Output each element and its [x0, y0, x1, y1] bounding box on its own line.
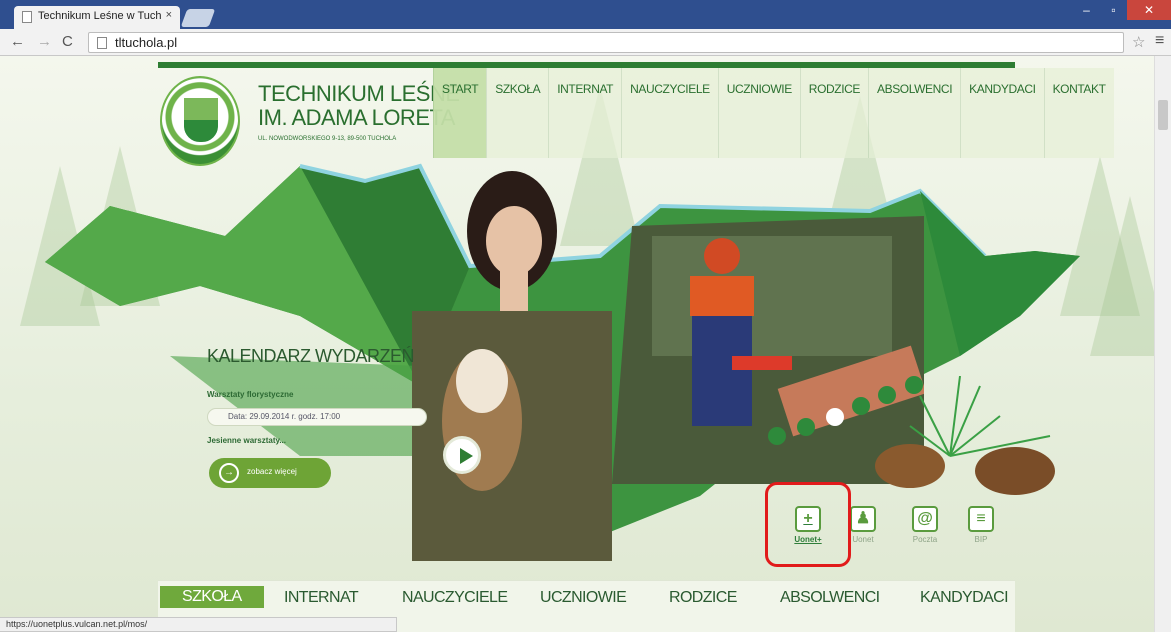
maximize-icon[interactable]: ▫	[1100, 0, 1127, 20]
school-name-line2: IM. ADAMA LORETA	[258, 105, 455, 130]
tab-title: Technikum Leśne w Tuch	[38, 10, 162, 22]
event-description[interactable]: Jesienne warsztaty...	[207, 436, 286, 445]
event-title[interactable]: Warsztaty florystyczne	[207, 390, 407, 399]
highlight-annotation	[765, 482, 851, 567]
close-icon[interactable]: ✕	[1127, 0, 1171, 20]
nav-kandydaci[interactable]: KANDYDACI	[960, 68, 1043, 158]
quick-link-bip[interactable]: ≡ BIP	[955, 501, 1007, 561]
address-bar[interactable]: tltuchola.pl	[88, 32, 1124, 53]
play-button[interactable]	[443, 436, 481, 474]
slider-dot-active[interactable]	[826, 408, 844, 426]
slider-dot[interactable]	[797, 418, 815, 436]
nav-rodzice[interactable]: RODZICE	[799, 68, 868, 158]
quick-link-poczta[interactable]: @ Poczta	[899, 501, 951, 561]
pine-cones-image	[875, 376, 1055, 495]
event-date: Data: 29.09.2014 r. godz. 17:00	[207, 408, 427, 426]
slider-dot[interactable]	[768, 427, 786, 445]
nav-szkola[interactable]: SZKOŁA	[486, 68, 548, 158]
section-absolwenci[interactable]: ABSOLWENCI	[780, 589, 880, 607]
page-icon	[22, 11, 32, 23]
school-logo[interactable]	[160, 76, 240, 166]
events-calendar: KALENDARZ WYDARZEŃ Warsztaty florystyczn…	[207, 346, 427, 488]
arrow-right-icon: →	[219, 463, 239, 483]
nav-absolwenci[interactable]: ABSOLWENCI	[868, 68, 960, 158]
section-szkola[interactable]: SZKOŁA	[160, 586, 264, 608]
new-tab-button[interactable]	[180, 9, 216, 27]
section-uczniowie[interactable]: UCZNIOWIE	[540, 589, 627, 607]
bip-icon: ≡	[968, 506, 994, 532]
quick-link-label: Poczta	[912, 535, 938, 544]
window-controls: – ▫ ✕	[1073, 0, 1171, 20]
quick-link-label: Uonet	[852, 535, 874, 544]
page-icon	[97, 37, 107, 49]
calendar-title: KALENDARZ WYDARZEŃ	[207, 346, 415, 366]
school-name-line1: TECHNIKUM LEŚNE	[258, 81, 460, 106]
scrollbar-thumb[interactable]	[1158, 100, 1168, 130]
at-icon: @	[912, 506, 938, 532]
browser-tab[interactable]: Technikum Leśne w Tuch ×	[14, 6, 180, 29]
main-nav: START SZKOŁA INTERNAT NAUCZYCIELE UCZNIO…	[433, 68, 1114, 158]
school-address: UL. NOWODWORSKIEGO 9-13, 89-500 TUCHOLA	[258, 136, 397, 142]
browser-toolbar: ← → C tltuchola.pl ☆ ≡	[0, 29, 1171, 56]
forward-icon[interactable]: →	[37, 33, 52, 50]
status-url: https://uonetplus.vulcan.net.pl/mos/	[0, 617, 397, 632]
person-icon: ♟	[850, 506, 876, 532]
browser-tab-bar: Technikum Leśne w Tuch × – ▫ ✕	[0, 0, 1171, 29]
nav-start[interactable]: START	[433, 68, 487, 158]
nav-kontakt[interactable]: KONTAKT	[1043, 68, 1114, 158]
minimize-icon[interactable]: –	[1073, 0, 1100, 20]
back-icon[interactable]: ←	[10, 33, 25, 50]
tab-close-button[interactable]: ×	[166, 9, 172, 21]
section-kandydaci[interactable]: KANDYDACI	[920, 589, 1009, 607]
bookmark-star-icon[interactable]: ☆	[1132, 33, 1145, 51]
nav-nauczyciele[interactable]: NAUCZYCIELE	[621, 68, 718, 158]
quick-link-label: BIP	[974, 535, 988, 544]
see-more-label: zobacz więcej	[247, 467, 297, 476]
web-page: TECHNIKUM LEŚNE IM. ADAMA LORETA UL. NOW…	[0, 56, 1171, 632]
school-name[interactable]: TECHNIKUM LEŚNE IM. ADAMA LORETA	[258, 82, 460, 130]
reload-icon[interactable]: C	[62, 33, 73, 50]
section-nauczyciele[interactable]: NAUCZYCIELE	[402, 589, 508, 607]
see-more-button[interactable]: → zobacz więcej	[209, 458, 331, 488]
scrollbar[interactable]	[1154, 56, 1171, 632]
section-internat[interactable]: INTERNAT	[284, 589, 359, 607]
section-rodzice[interactable]: RODZICE	[669, 589, 737, 607]
nav-internat[interactable]: INTERNAT	[548, 68, 621, 158]
student-with-hawk-image	[412, 171, 612, 561]
url-text: tltuchola.pl	[115, 35, 178, 50]
menu-icon[interactable]: ≡	[1155, 32, 1164, 50]
nav-uczniowie[interactable]: UCZNIOWIE	[717, 68, 800, 158]
tree-icon	[182, 96, 220, 144]
